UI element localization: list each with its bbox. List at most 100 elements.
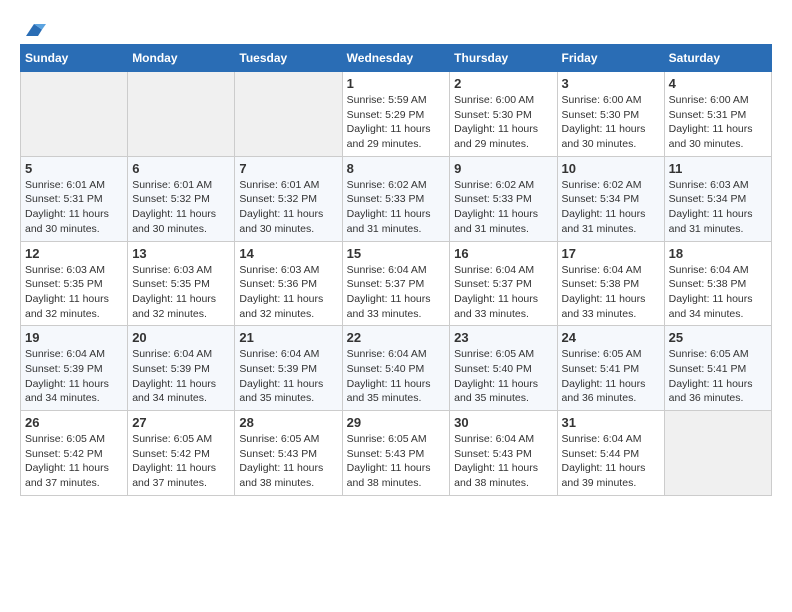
calendar-cell: 31 Sunrise: 6:04 AM Sunset: 5:44 PM Dayli… [557,411,664,496]
day-info: Sunrise: 6:05 AM Sunset: 5:42 PM Dayligh… [25,432,123,491]
day-number: 27 [132,415,230,430]
day-info: Sunrise: 6:05 AM Sunset: 5:43 PM Dayligh… [347,432,446,491]
day-info: Sunrise: 6:02 AM Sunset: 5:33 PM Dayligh… [347,178,446,237]
day-number: 13 [132,246,230,261]
calendar-cell: 8 Sunrise: 6:02 AM Sunset: 5:33 PM Daylig… [342,156,450,241]
day-number: 11 [669,161,767,176]
weekday-header-sunday: Sunday [21,45,128,72]
calendar-cell: 26 Sunrise: 6:05 AM Sunset: 5:42 PM Dayli… [21,411,128,496]
day-number: 29 [347,415,446,430]
calendar-cell [664,411,771,496]
day-info: Sunrise: 6:03 AM Sunset: 5:36 PM Dayligh… [239,263,337,322]
day-number: 8 [347,161,446,176]
day-number: 3 [562,76,660,91]
calendar-cell: 19 Sunrise: 6:04 AM Sunset: 5:39 PM Dayli… [21,326,128,411]
calendar-cell: 20 Sunrise: 6:04 AM Sunset: 5:39 PM Dayli… [128,326,235,411]
day-number: 18 [669,246,767,261]
weekday-header-monday: Monday [128,45,235,72]
day-number: 19 [25,330,123,345]
day-number: 23 [454,330,552,345]
calendar-cell: 7 Sunrise: 6:01 AM Sunset: 5:32 PM Daylig… [235,156,342,241]
calendar-cell: 29 Sunrise: 6:05 AM Sunset: 5:43 PM Dayli… [342,411,450,496]
calendar-cell: 5Sunrise: 6:01 AM Sunset: 5:31 PM Daylig… [21,156,128,241]
calendar-cell: 2 Sunrise: 6:00 AM Sunset: 5:30 PM Daylig… [450,72,557,157]
day-info: Sunrise: 6:00 AM Sunset: 5:31 PM Dayligh… [669,93,767,152]
day-info: Sunrise: 6:03 AM Sunset: 5:34 PM Dayligh… [669,178,767,237]
day-number: 25 [669,330,767,345]
day-info: Sunrise: 6:05 AM Sunset: 5:43 PM Dayligh… [239,432,337,491]
calendar-cell: 9 Sunrise: 6:02 AM Sunset: 5:33 PM Daylig… [450,156,557,241]
day-info: Sunrise: 6:04 AM Sunset: 5:39 PM Dayligh… [132,347,230,406]
day-info: Sunrise: 6:05 AM Sunset: 5:40 PM Dayligh… [454,347,552,406]
calendar-cell: 17 Sunrise: 6:04 AM Sunset: 5:38 PM Dayli… [557,241,664,326]
day-info: Sunrise: 6:02 AM Sunset: 5:34 PM Dayligh… [562,178,660,237]
day-info: Sunrise: 6:03 AM Sunset: 5:35 PM Dayligh… [132,263,230,322]
day-number: 4 [669,76,767,91]
day-number: 14 [239,246,337,261]
calendar-cell: 6 Sunrise: 6:01 AM Sunset: 5:32 PM Daylig… [128,156,235,241]
day-info: Sunrise: 6:04 AM Sunset: 5:37 PM Dayligh… [347,263,446,322]
calendar-cell: 30Sunrise: 6:04 AM Sunset: 5:43 PM Dayli… [450,411,557,496]
calendar-cell: 4 Sunrise: 6:00 AM Sunset: 5:31 PM Daylig… [664,72,771,157]
calendar-cell [235,72,342,157]
calendar-cell: 16Sunrise: 6:04 AM Sunset: 5:37 PM Dayli… [450,241,557,326]
calendar-week-5: 26 Sunrise: 6:05 AM Sunset: 5:42 PM Dayli… [21,411,772,496]
day-info: Sunrise: 6:05 AM Sunset: 5:42 PM Dayligh… [132,432,230,491]
day-number: 24 [562,330,660,345]
calendar-cell: 10 Sunrise: 6:02 AM Sunset: 5:34 PM Dayli… [557,156,664,241]
calendar-cell: 25 Sunrise: 6:05 AM Sunset: 5:41 PM Dayli… [664,326,771,411]
day-number: 15 [347,246,446,261]
logo-icon [22,20,46,40]
calendar-week-1: 1 Sunrise: 5:59 AM Sunset: 5:29 PM Daylig… [21,72,772,157]
day-number: 22 [347,330,446,345]
day-info: Sunrise: 6:04 AM Sunset: 5:38 PM Dayligh… [669,263,767,322]
day-number: 6 [132,161,230,176]
day-number: 26 [25,415,123,430]
day-info: Sunrise: 6:04 AM Sunset: 5:40 PM Dayligh… [347,347,446,406]
calendar-cell: 28 Sunrise: 6:05 AM Sunset: 5:43 PM Dayli… [235,411,342,496]
calendar-cell: 27 Sunrise: 6:05 AM Sunset: 5:42 PM Dayli… [128,411,235,496]
day-number: 12 [25,246,123,261]
day-number: 9 [454,161,552,176]
day-info: Sunrise: 6:04 AM Sunset: 5:44 PM Dayligh… [562,432,660,491]
day-info: Sunrise: 6:03 AM Sunset: 5:35 PM Dayligh… [25,263,123,322]
calendar-cell: 23 Sunrise: 6:05 AM Sunset: 5:40 PM Dayli… [450,326,557,411]
day-number: 1 [347,76,446,91]
day-number: 5 [25,161,123,176]
calendar-header-row: SundayMondayTuesdayWednesdayThursdayFrid… [21,45,772,72]
day-info: Sunrise: 6:01 AM Sunset: 5:32 PM Dayligh… [132,178,230,237]
day-info: Sunrise: 6:04 AM Sunset: 5:38 PM Dayligh… [562,263,660,322]
day-number: 2 [454,76,552,91]
weekday-header-thursday: Thursday [450,45,557,72]
day-info: Sunrise: 6:00 AM Sunset: 5:30 PM Dayligh… [562,93,660,152]
day-number: 31 [562,415,660,430]
calendar-cell: 15 Sunrise: 6:04 AM Sunset: 5:37 PM Dayli… [342,241,450,326]
page-header [20,20,772,40]
day-info: Sunrise: 6:05 AM Sunset: 5:41 PM Dayligh… [562,347,660,406]
day-number: 20 [132,330,230,345]
day-number: 16 [454,246,552,261]
day-info: Sunrise: 6:02 AM Sunset: 5:33 PM Dayligh… [454,178,552,237]
calendar-table: SundayMondayTuesdayWednesdayThursdayFrid… [20,44,772,496]
day-info: Sunrise: 6:05 AM Sunset: 5:41 PM Dayligh… [669,347,767,406]
day-info: Sunrise: 6:04 AM Sunset: 5:39 PM Dayligh… [25,347,123,406]
day-info: Sunrise: 5:59 AM Sunset: 5:29 PM Dayligh… [347,93,446,152]
day-number: 17 [562,246,660,261]
calendar-week-3: 12 Sunrise: 6:03 AM Sunset: 5:35 PM Dayli… [21,241,772,326]
logo [20,20,46,40]
day-info: Sunrise: 6:01 AM Sunset: 5:32 PM Dayligh… [239,178,337,237]
day-number: 7 [239,161,337,176]
calendar-cell: 12 Sunrise: 6:03 AM Sunset: 5:35 PM Dayli… [21,241,128,326]
calendar-week-2: 5Sunrise: 6:01 AM Sunset: 5:31 PM Daylig… [21,156,772,241]
day-number: 10 [562,161,660,176]
calendar-cell: 13 Sunrise: 6:03 AM Sunset: 5:35 PM Dayli… [128,241,235,326]
day-number: 21 [239,330,337,345]
calendar-cell: 24 Sunrise: 6:05 AM Sunset: 5:41 PM Dayli… [557,326,664,411]
calendar-cell: 3 Sunrise: 6:00 AM Sunset: 5:30 PM Daylig… [557,72,664,157]
day-info: Sunrise: 6:00 AM Sunset: 5:30 PM Dayligh… [454,93,552,152]
weekday-header-tuesday: Tuesday [235,45,342,72]
day-number: 28 [239,415,337,430]
calendar-cell: 11 Sunrise: 6:03 AM Sunset: 5:34 PM Dayli… [664,156,771,241]
day-info: Sunrise: 6:04 AM Sunset: 5:43 PM Dayligh… [454,432,552,491]
calendar-body: 1 Sunrise: 5:59 AM Sunset: 5:29 PM Daylig… [21,72,772,496]
